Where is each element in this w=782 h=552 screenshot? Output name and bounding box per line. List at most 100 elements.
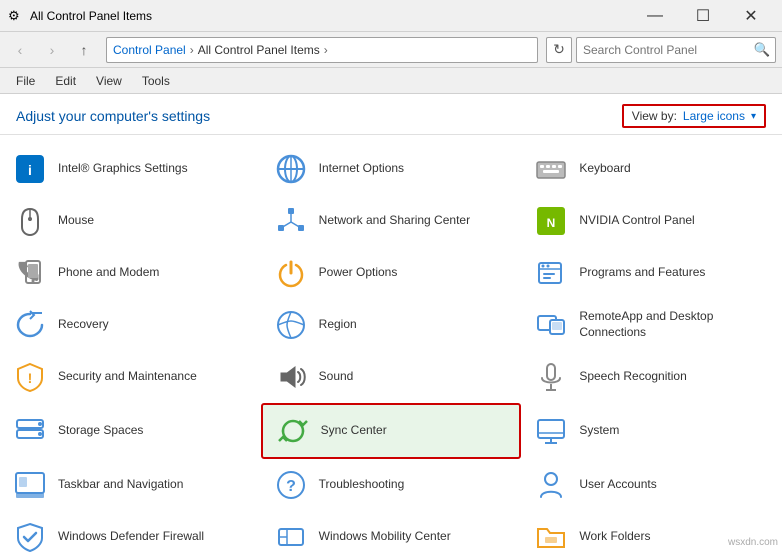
item-security-maintenance[interactable]: ! Security and Maintenance (0, 351, 261, 403)
item-windows-defender[interactable]: Windows Defender Firewall (0, 511, 261, 552)
title-bar: ⚙ All Control Panel Items — ☐ ✕ (0, 0, 782, 32)
item-sound[interactable]: Sound (261, 351, 522, 403)
icon-windows-mobility (273, 519, 309, 552)
item-region[interactable]: Region (261, 299, 522, 351)
close-button[interactable]: ✕ (728, 0, 774, 32)
view-by-label: View by: (632, 109, 677, 123)
back-button[interactable]: ‹ (6, 36, 34, 64)
view-by-arrow[interactable]: ▾ (751, 111, 756, 122)
icon-mouse (12, 203, 48, 239)
label-speech-recognition: Speech Recognition (579, 369, 686, 385)
label-windows-defender: Windows Defender Firewall (58, 529, 204, 545)
icon-user-accounts (533, 467, 569, 503)
breadcrumb: Control Panel › All Control Panel Items … (113, 43, 330, 57)
up-button[interactable]: ↑ (70, 36, 98, 64)
item-keyboard[interactable]: Keyboard (521, 143, 782, 195)
icon-windows-defender (12, 519, 48, 552)
item-troubleshooting[interactable]: ? Troubleshooting (261, 459, 522, 511)
icon-storage-spaces (12, 413, 48, 449)
item-recovery[interactable]: Recovery (0, 299, 261, 351)
item-programs-features[interactable]: Programs and Features (521, 247, 782, 299)
icon-troubleshooting: ? (273, 467, 309, 503)
menu-file[interactable]: File (8, 72, 43, 90)
view-by-control[interactable]: View by: Large icons ▾ (622, 104, 766, 128)
icon-taskbar-navigation (12, 467, 48, 503)
svg-text:!: ! (28, 370, 33, 386)
breadcrumb-allitems: All Control Panel Items (198, 43, 320, 57)
nav-bar: ‹ › ↑ Control Panel › All Control Panel … (0, 32, 782, 68)
menu-tools[interactable]: Tools (134, 72, 178, 90)
content-area: Adjust your computer's settings View by:… (0, 94, 782, 552)
refresh-button[interactable]: ↻ (546, 37, 572, 63)
breadcrumb-controlpanel[interactable]: Control Panel (113, 43, 186, 57)
menu-edit[interactable]: Edit (47, 72, 84, 90)
icon-recovery (12, 307, 48, 343)
item-user-accounts[interactable]: User Accounts (521, 459, 782, 511)
icon-system (533, 413, 569, 449)
window-title: All Control Panel Items (30, 9, 632, 23)
item-mouse[interactable]: Mouse (0, 195, 261, 247)
item-taskbar-navigation[interactable]: Taskbar and Navigation (0, 459, 261, 511)
icon-programs-features (533, 255, 569, 291)
label-security-maintenance: Security and Maintenance (58, 369, 197, 385)
item-storage-spaces[interactable]: Storage Spaces (0, 403, 261, 459)
page-title: Adjust your computer's settings (16, 108, 210, 124)
icon-work-folders (533, 519, 569, 552)
item-system[interactable]: System (521, 403, 782, 459)
view-by-value[interactable]: Large icons (683, 109, 745, 123)
minimize-button[interactable]: — (632, 0, 678, 32)
icon-speech-recognition (533, 359, 569, 395)
label-network-sharing: Network and Sharing Center (319, 213, 470, 229)
svg-text:i: i (28, 162, 32, 178)
svg-text:?: ? (286, 478, 296, 495)
content-header: Adjust your computer's settings View by:… (0, 94, 782, 135)
icon-keyboard (533, 151, 569, 187)
window-icon: ⚙ (8, 8, 24, 24)
item-sync-center[interactable]: Sync Center (261, 403, 522, 459)
item-power-options[interactable]: Power Options (261, 247, 522, 299)
label-recovery: Recovery (58, 317, 109, 333)
watermark: wsxdn.com (728, 537, 778, 548)
label-power-options: Power Options (319, 265, 398, 281)
label-intel-graphics: Intel® Graphics Settings (58, 161, 188, 177)
item-speech-recognition[interactable]: Speech Recognition (521, 351, 782, 403)
icon-security-maintenance: ! (12, 359, 48, 395)
svg-text:N: N (547, 216, 556, 230)
icon-phone-modem (12, 255, 48, 291)
label-storage-spaces: Storage Spaces (58, 423, 143, 439)
items-grid: i Intel® Graphics Settings Internet Option… (0, 143, 782, 552)
search-input[interactable] (577, 43, 749, 57)
item-remoteapp[interactable]: RemoteApp and Desktop Connections (521, 299, 782, 351)
label-nvidia-control: NVIDIA Control Panel (579, 213, 694, 229)
icon-remoteapp (533, 307, 569, 343)
item-internet-options[interactable]: Internet Options (261, 143, 522, 195)
label-troubleshooting: Troubleshooting (319, 477, 405, 493)
item-windows-mobility[interactable]: Windows Mobility Center (261, 511, 522, 552)
icon-intel-graphics: i (12, 151, 48, 187)
label-internet-options: Internet Options (319, 161, 404, 177)
label-programs-features: Programs and Features (579, 265, 705, 281)
address-bar[interactable]: Control Panel › All Control Panel Items … (106, 37, 538, 63)
window-controls: — ☐ ✕ (632, 0, 774, 32)
item-intel-graphics[interactable]: i Intel® Graphics Settings (0, 143, 261, 195)
item-network-sharing[interactable]: Network and Sharing Center (261, 195, 522, 247)
label-region: Region (319, 317, 357, 333)
menu-bar: File Edit View Tools (0, 68, 782, 94)
label-sync-center: Sync Center (321, 423, 387, 439)
search-box: 🔍 (576, 37, 776, 63)
icon-internet-options (273, 151, 309, 187)
label-remoteapp: RemoteApp and Desktop Connections (579, 309, 770, 340)
icon-region (273, 307, 309, 343)
label-mouse: Mouse (58, 213, 94, 229)
item-phone-modem[interactable]: Phone and Modem (0, 247, 261, 299)
menu-view[interactable]: View (88, 72, 130, 90)
maximize-button[interactable]: ☐ (680, 0, 726, 32)
search-button[interactable]: 🔍 (749, 37, 775, 63)
icon-nvidia-control: N (533, 203, 569, 239)
label-sound: Sound (319, 369, 354, 385)
item-nvidia-control[interactable]: N NVIDIA Control Panel (521, 195, 782, 247)
forward-button[interactable]: › (38, 36, 66, 64)
label-work-folders: Work Folders (579, 529, 650, 545)
icon-power-options (273, 255, 309, 291)
icon-network-sharing (273, 203, 309, 239)
